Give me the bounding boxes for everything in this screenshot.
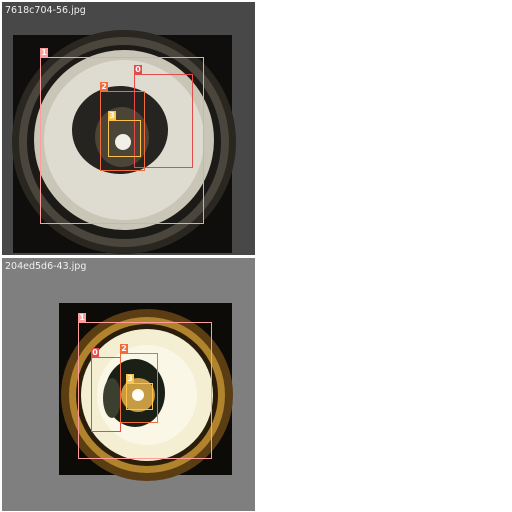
bbox-0[interactable] <box>91 357 121 432</box>
bbox-3[interactable] <box>108 120 141 157</box>
bbox-label-2: 2 <box>100 82 108 91</box>
image-filename: 204ed5d6-43.jpg <box>5 261 87 272</box>
bbox-label-0: 0 <box>91 348 99 357</box>
bbox-label-1: 1 <box>40 48 48 57</box>
bbox-label-1: 1 <box>78 313 86 322</box>
image-filename: 7618c704-56.jpg <box>5 5 86 16</box>
bbox-3[interactable] <box>126 383 153 410</box>
image-tile-1[interactable]: 7618c704-56.jpg 1 0 2 3 <box>2 2 255 255</box>
bbox-label-0: 0 <box>134 65 142 74</box>
bbox-label-3: 3 <box>126 374 134 383</box>
bbox-label-3: 3 <box>108 111 116 120</box>
image-tile-2[interactable]: 204ed5d6-43.jpg 1 0 2 3 <box>2 258 255 511</box>
bbox-label-2: 2 <box>120 344 128 353</box>
